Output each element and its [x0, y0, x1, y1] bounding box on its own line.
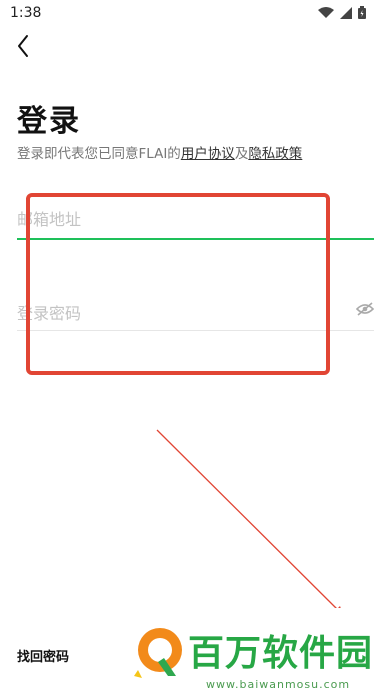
watermark-url: www.baiwanmosu.com — [206, 678, 351, 691]
watermark-logo: 百万软件园 www.baiwanmosu.com — [126, 608, 392, 697]
annotation-arrow — [156, 429, 344, 617]
watermark-name: 百万软件园 — [188, 633, 374, 674]
forgot-password-button[interactable]: 找回密码 — [17, 646, 69, 665]
watermark-emblem-icon — [134, 628, 182, 678]
